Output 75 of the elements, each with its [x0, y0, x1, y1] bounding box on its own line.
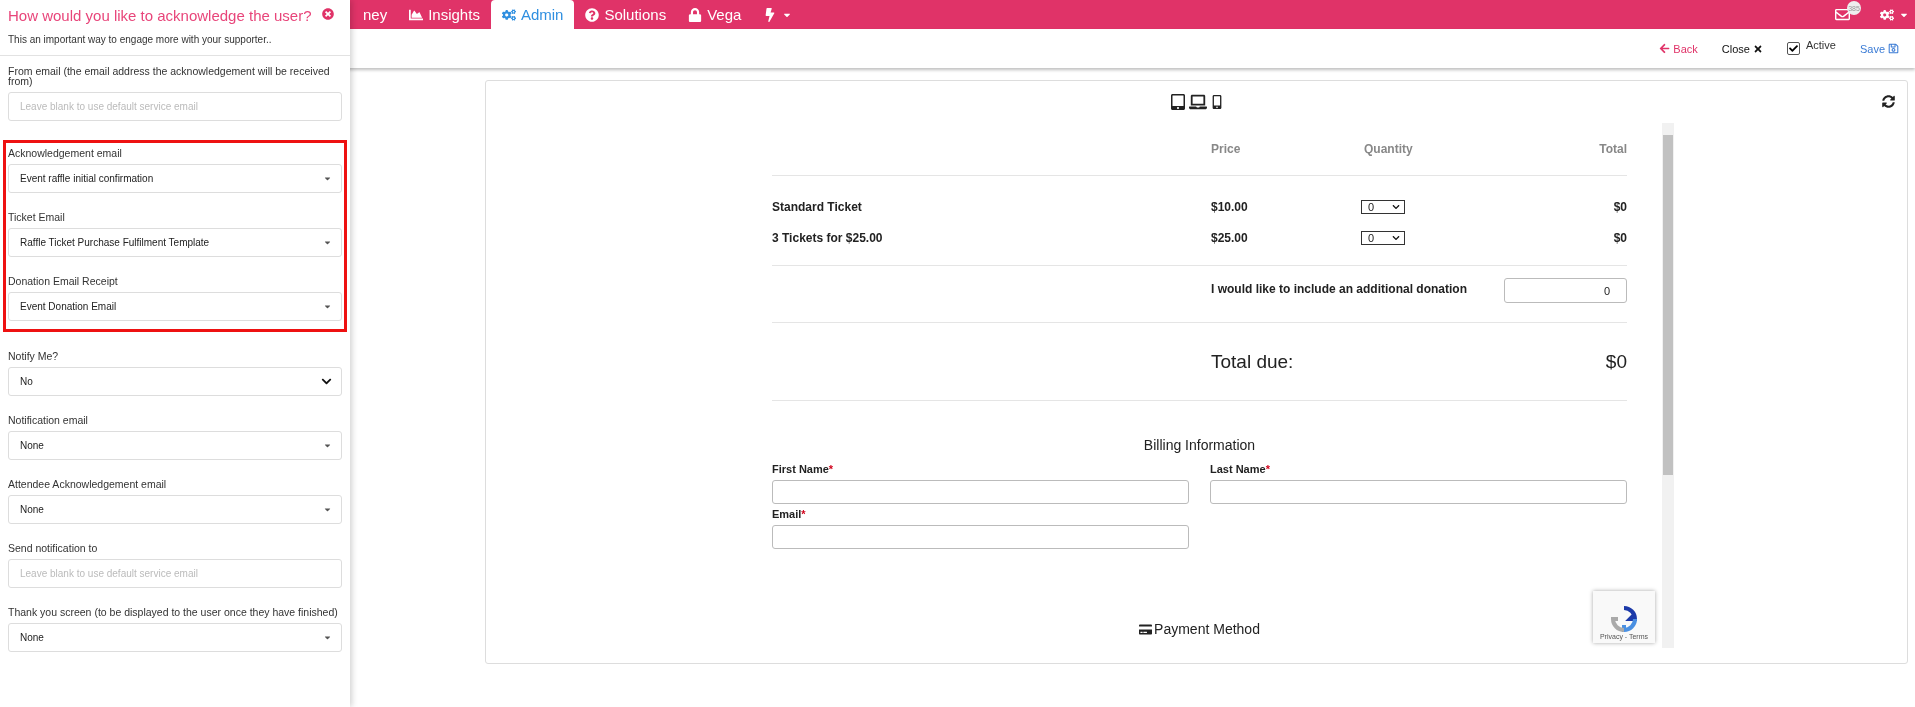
select-field[interactable]: Raffle Ticket Purchase Fulfilment Template: [8, 228, 342, 257]
field-label: Last Name*: [1210, 463, 1271, 475]
caret-icon: [323, 302, 332, 311]
field-label: Email*: [772, 508, 807, 520]
active-checkbox[interactable]: [1786, 42, 1800, 55]
save-icon: [1888, 43, 1899, 54]
field-label: Notify Me?: [8, 351, 60, 361]
arrow-left-icon: [1659, 43, 1671, 54]
back-link[interactable]: Back: [1659, 42, 1698, 55]
donation-input[interactable]: 0: [1504, 278, 1627, 303]
field-label: Notification email: [8, 415, 89, 425]
column-header: Total: [1598, 142, 1627, 156]
save-link[interactable]: Save: [1859, 42, 1899, 55]
field-label: First Name*: [772, 463, 835, 475]
help-icon: [585, 7, 600, 22]
card-icon: [1139, 622, 1153, 636]
select-field[interactable]: None: [8, 623, 342, 652]
panel-subtitle: This an important way to engage more with your supporter..: [8, 34, 273, 45]
ticket-price: $10.00: [1211, 200, 1249, 214]
mail-icon[interactable]: [1835, 7, 1850, 22]
panel-title: How would you like to acknowledge the user?: [8, 6, 313, 25]
ticket-total: $0: [1612, 231, 1627, 245]
close-link[interactable]: Close: [1721, 42, 1763, 55]
select-field[interactable]: None: [8, 431, 342, 460]
select-field[interactable]: Event Donation Email: [8, 292, 342, 321]
quantity-select[interactable]: 0: [1361, 200, 1405, 214]
checkbox-label: Active: [1805, 39, 1836, 51]
ticket-name: Standard Ticket: [772, 200, 863, 214]
total-label: Total due:: [1211, 350, 1295, 373]
input-field[interactable]: [772, 480, 1189, 504]
tablet-icon[interactable]: [1169, 94, 1186, 110]
scrollbar[interactable]: [1662, 123, 1674, 648]
input-field[interactable]: [1210, 480, 1627, 504]
field-label: Acknowledgement email: [8, 148, 123, 158]
nav-tab[interactable]: Vega: [677, 0, 753, 29]
refresh-icon[interactable]: [1882, 95, 1895, 108]
chart-icon: [409, 7, 424, 22]
section-title: Billing Information: [1143, 437, 1256, 453]
caret-icon: [323, 238, 332, 247]
lock-icon: [688, 7, 703, 22]
gears-icon: [501, 7, 516, 22]
caret-icon: [323, 174, 332, 183]
column-header: Quantity: [1363, 142, 1414, 156]
select-field[interactable]: Event raffle initial confirmation: [8, 164, 342, 193]
field-label: Donation Email Receipt: [8, 276, 119, 286]
total-value: $0: [1605, 350, 1627, 373]
gears-icon: [1880, 7, 1894, 22]
ticket-name: 3 Tickets for $25.00: [772, 231, 884, 245]
field-label: Thank you screen (to be displayed to the user once they have finished): [8, 607, 339, 617]
select-field[interactable]: None: [8, 495, 342, 524]
chevron-icon: [1392, 234, 1400, 242]
section-title: Payment Method: [1154, 621, 1260, 637]
nav-tab[interactable]: Insights: [398, 0, 491, 29]
field-label: Send notification to: [8, 543, 99, 553]
close-icon[interactable]: [322, 8, 334, 20]
close-icon: [1752, 43, 1763, 54]
caret-icon: [323, 633, 332, 642]
field-label: Attendee Acknowledgement email: [8, 479, 168, 489]
recaptcha-icon: [1610, 605, 1638, 633]
caret-icon: [323, 441, 332, 450]
chevron-icon: [1392, 203, 1400, 211]
donation-label: I would like to include an additional donation: [1211, 282, 1468, 296]
nav-tab[interactable]: ney: [352, 0, 399, 29]
input-field[interactable]: [772, 525, 1189, 549]
ticket-total: $0: [1612, 200, 1627, 214]
quantity-select[interactable]: 0: [1361, 231, 1405, 245]
laptop-icon[interactable]: [1188, 93, 1207, 111]
select-field[interactable]: No: [8, 367, 342, 396]
ticket-price: $25.00: [1211, 231, 1249, 245]
nav-tab[interactable]: Solutions: [574, 0, 678, 29]
field-label: From email (the email address the acknowledgement will be received from): [8, 66, 331, 86]
field-label: Ticket Email: [8, 212, 66, 222]
column-header: Price: [1211, 142, 1242, 156]
caret-icon: [323, 505, 332, 514]
chevron-icon: [321, 376, 332, 387]
